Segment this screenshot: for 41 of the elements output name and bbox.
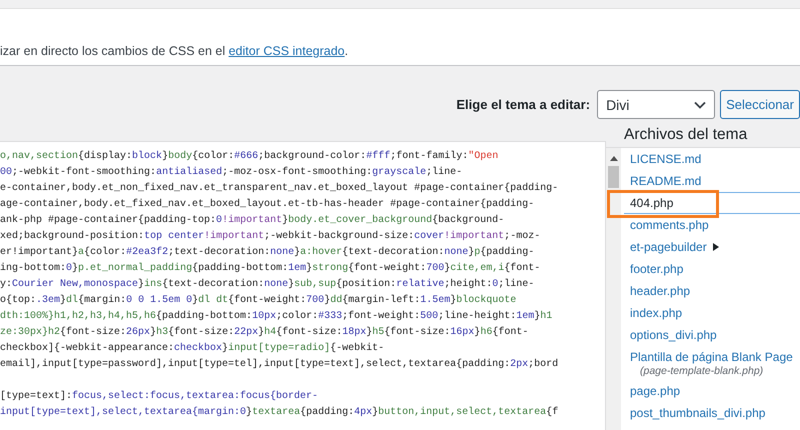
notice-text: izar en directo los cambios de CSS en el editor CSS integrado. xyxy=(0,44,348,58)
select-button[interactable]: Seleccionar xyxy=(720,90,800,119)
file-item[interactable]: footer.php xyxy=(624,258,800,280)
file-item[interactable]: index.php xyxy=(624,302,800,324)
theme-select[interactable]: Divi xyxy=(597,90,716,119)
file-item[interactable]: Plantilla de página Blank Page (page-template-blank.php) xyxy=(624,346,800,380)
code-line: 00;-webkit-font-smoothing:antialiased;-moz-osx-font-smoothing:grayscale;line- xyxy=(0,166,464,180)
folder-item[interactable]: et-pagebuilder xyxy=(624,236,800,258)
file-item[interactable]: options_divi.php xyxy=(624,324,800,346)
file-item[interactable]: README.md xyxy=(624,170,800,192)
code-line: [type=text]:focus,select:focus,textarea:focus{border- xyxy=(0,390,320,404)
file-item[interactable]: post_thumbnails_divi.php xyxy=(624,402,800,424)
code-line: e-container,body.et_non_fixed_nav.et_transparent_nav.et_boxed_layout #page-container{padding- xyxy=(0,182,560,196)
file-item[interactable]: 404.php xyxy=(624,192,800,214)
code-line: ze:30px}h2{font-size:26px}h3{font-size:22px}h4{font-size:18px}h5{font-size:16px}h6{font- xyxy=(0,326,530,340)
theme-picker-label: Elige el tema a editar: xyxy=(456,97,590,112)
code-line: input[type=text],select,textarea{margin:0}textarea{padding:4px}button,input,select,textarea{f xyxy=(0,406,560,420)
scrollbar-track[interactable] xyxy=(606,148,621,430)
editor-link[interactable]: editor CSS integrado xyxy=(228,44,345,58)
code-line: checkbox]{-webkit-appearance:checkbox}input[type=radio]{-webkit- xyxy=(0,342,386,356)
code-line: xed;background-position:top center!important;-webkit-background-size:cover!important;-moz- xyxy=(0,230,542,244)
code-line: ing-bottom:0}p.et_normal_padding{padding-bottom:1em}strong{font-weight:700}cite,em,i{font- xyxy=(0,262,542,276)
theme-files-heading: Archivos del tema xyxy=(624,125,748,145)
chevron-down-icon xyxy=(694,100,706,108)
file-description: (page-template-blank.php) xyxy=(639,365,764,377)
code-line: er!important}a{color:#2ea3f2;text-decoration:none}a:hover{text-decoration:none}p{padding- xyxy=(0,246,536,260)
scroll-up-icon[interactable] xyxy=(610,156,618,161)
code-line: age-container,body.et_fixed_nav.et_boxed_layout.et-tb-has-header #page-container{padding- xyxy=(0,198,536,212)
code-line: o,nav,section{display:block}body{color:#666;background-color:#fff;font-family:"Open xyxy=(0,150,500,164)
scrollbar-thumb[interactable] xyxy=(608,166,619,188)
code-line: email],input[type=password],input[type=tel],input[type=text],select,textarea{padding:2px;bord xyxy=(0,358,560,372)
caret-right-icon xyxy=(712,243,719,251)
code-editor[interactable] xyxy=(0,141,606,430)
file-item[interactable]: LICENSE.md xyxy=(624,148,800,170)
file-item[interactable]: comments.php xyxy=(624,214,800,236)
code-line: o{top:.3em}dl{margin:0 0 1.5em 0}dl dt{font-weight:700}dd{margin-left:1.5em}blockquote xyxy=(0,294,518,308)
file-item[interactable]: header.php xyxy=(624,280,800,302)
file-item[interactable]: page.php xyxy=(624,380,800,402)
code-line: ank-php #page-container{padding-top:0!important}body.et_cover_background{background- xyxy=(0,214,506,228)
code-line: dth:100%}h1,h2,h3,h4,h5,h6{padding-bottom:10px;color:#333;font-weight:500;line-height:1em}h1 xyxy=(0,310,554,324)
code-line: y:Courier New,monospace}ins{text-decoration:none}sub,sup{position:relative;height:0;line- xyxy=(0,278,536,292)
